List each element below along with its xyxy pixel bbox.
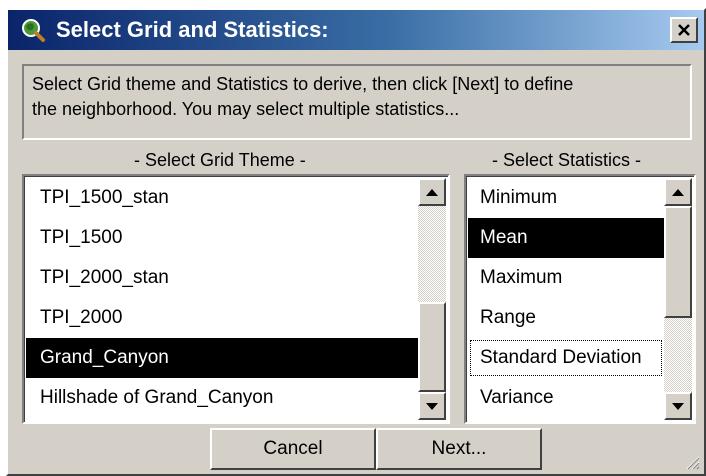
list-item-tpi-2000[interactable]: TPI_2000 — [26, 298, 418, 338]
scroll-down-button[interactable] — [664, 392, 692, 420]
next-button[interactable]: Next... — [376, 428, 542, 470]
grid-theme-label: - Select Grid Theme - — [134, 150, 306, 170]
scroll-down-button[interactable] — [418, 392, 446, 420]
list-item-mean[interactable]: Mean — [468, 218, 664, 258]
list-item-maximum[interactable]: Maximum — [468, 258, 664, 298]
arrow-down-icon — [426, 402, 438, 410]
close-icon — [678, 24, 690, 36]
instructions-box: Select Grid theme and Statistics to deri… — [22, 64, 692, 140]
grid-theme-listbox[interactable]: TPI_1500_stan TPI_1500 TPI_2000_stan TPI… — [22, 174, 450, 424]
close-button[interactable] — [670, 17, 698, 43]
arrow-down-icon — [672, 402, 684, 410]
list-item-tpi-1500-stan[interactable]: TPI_1500_stan — [26, 178, 418, 218]
list-item-standard-deviation[interactable]: Standard Deviation — [468, 338, 664, 378]
grid-theme-scrollbar[interactable] — [418, 178, 446, 420]
statistics-label: - Select Statistics - — [492, 150, 642, 170]
dialog-title: Select Grid and Statistics: — [56, 17, 329, 42]
cancel-button[interactable]: Cancel — [210, 428, 376, 470]
list-item-variance[interactable]: Variance — [468, 378, 664, 418]
scroll-thumb[interactable] — [664, 206, 692, 318]
list-item-grand-canyon[interactable]: Grand_Canyon — [26, 338, 418, 378]
instructions-line-1: Select Grid theme and Statistics to deri… — [32, 74, 574, 94]
grid-theme-items: TPI_1500_stan TPI_1500 TPI_2000_stan TPI… — [26, 178, 418, 418]
list-item-tpi-1500[interactable]: TPI_1500 — [26, 218, 418, 258]
statistics-listbox[interactable]: Minimum Mean Maximum Range Standard Devi… — [464, 174, 696, 424]
statistics-items: Minimum Mean Maximum Range Standard Devi… — [468, 178, 664, 418]
select-grid-dialog: Select Grid and Statistics: Select Grid … — [6, 8, 706, 476]
statistics-scrollbar[interactable] — [664, 178, 692, 420]
scroll-up-button[interactable] — [418, 178, 446, 206]
list-item-tpi-2000-stan[interactable]: TPI_2000_stan — [26, 258, 418, 298]
arrow-up-icon — [426, 188, 438, 196]
arrow-up-icon — [672, 188, 684, 196]
list-item-range[interactable]: Range — [468, 298, 664, 338]
list-item-hillshade-grand-canyon[interactable]: Hillshade of Grand_Canyon — [26, 378, 418, 418]
instructions-line-2: the neighborhood. You may select multipl… — [32, 99, 460, 119]
list-item-minimum[interactable]: Minimum — [468, 178, 664, 218]
resize-grip-icon[interactable] — [684, 454, 700, 470]
globe-magnifier-icon — [20, 17, 46, 43]
scroll-up-button[interactable] — [664, 178, 692, 206]
title-bar[interactable]: Select Grid and Statistics: — [8, 10, 704, 50]
scroll-thumb[interactable] — [418, 302, 446, 392]
